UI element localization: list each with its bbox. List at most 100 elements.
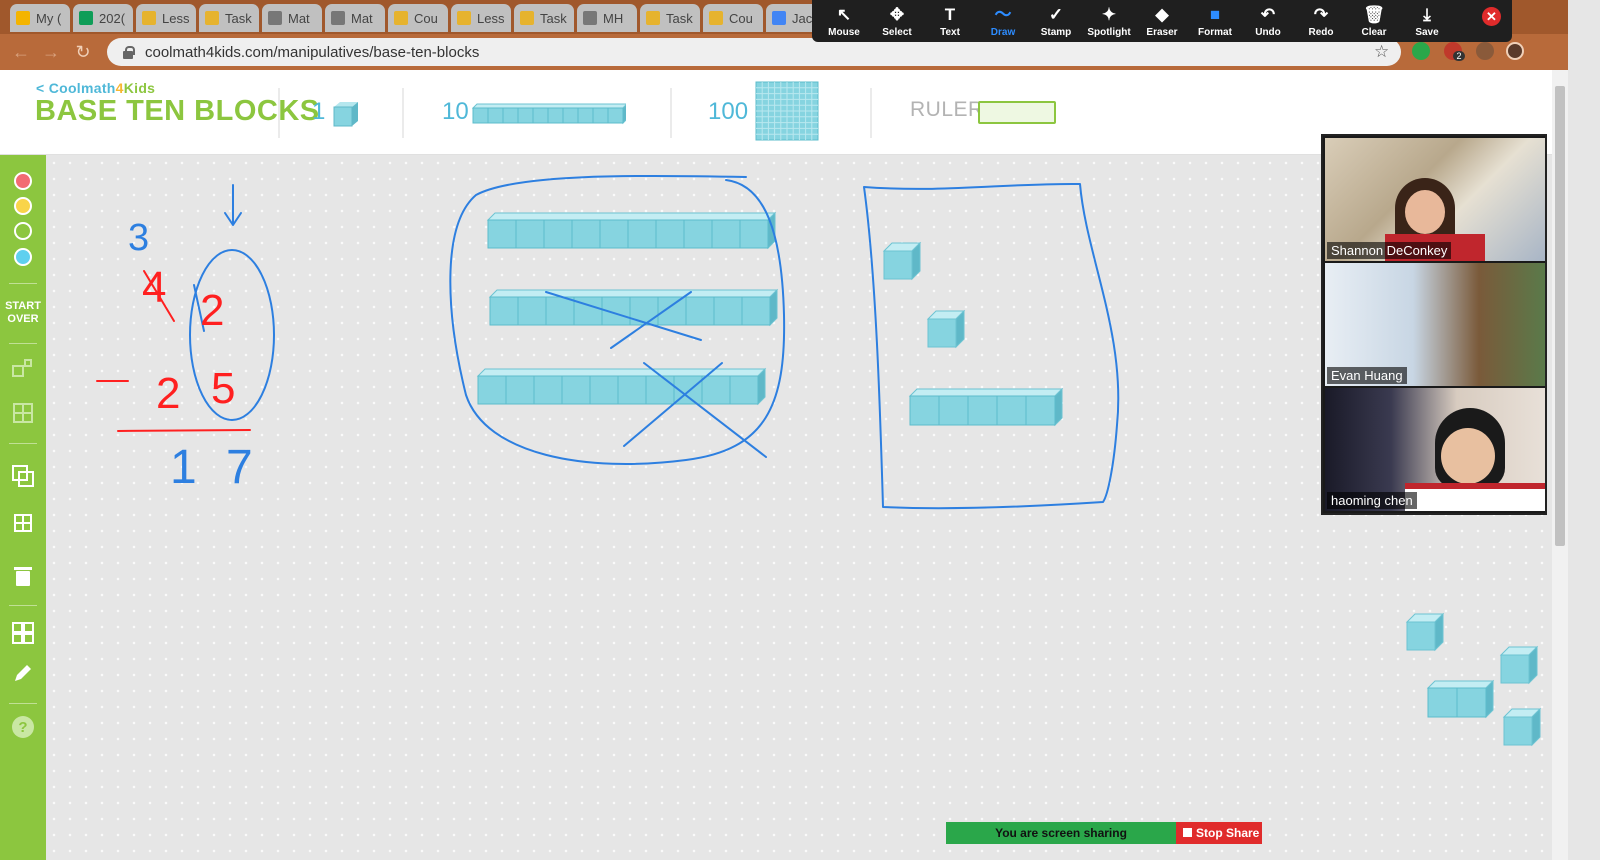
ruler-tool[interactable]: [978, 101, 1056, 124]
google-docs-icon: [772, 11, 786, 25]
zoom-tool-save[interactable]: ⤓ Save: [1397, 3, 1457, 38]
browser-tab[interactable]: Less: [136, 4, 196, 32]
browser-tab[interactable]: Task: [199, 4, 259, 32]
browser-tab[interactable]: Less: [451, 4, 511, 32]
zoom-tool-eraser[interactable]: ◆ Eraser: [1132, 3, 1192, 38]
sidebar-divider: [9, 283, 37, 284]
page-scrollbar[interactable]: [1552, 70, 1568, 860]
url-text: coolmath4kids.com/manipulatives/base-ten…: [145, 43, 480, 61]
two-cube-row-block[interactable]: [1426, 679, 1495, 719]
unit-cube-block[interactable]: [926, 309, 966, 349]
ten-rod-tool[interactable]: [472, 103, 626, 125]
unit-cube-block[interactable]: [882, 241, 922, 281]
calculator-icon[interactable]: [11, 621, 35, 645]
video-tile[interactable]: haoming chen: [1325, 388, 1545, 511]
browser-tab[interactable]: Task: [514, 4, 574, 32]
lock-icon: [121, 45, 135, 59]
color-swatch-red[interactable]: [14, 172, 32, 190]
unit-cube-block[interactable]: [1502, 707, 1542, 747]
url-input[interactable]: coolmath4kids.com/manipulatives/base-ten…: [107, 38, 1401, 66]
spotlight-icon: ✦: [1101, 5, 1117, 24]
doc-icon: [457, 11, 471, 25]
bookmark-star-icon[interactable]: ☆: [1374, 42, 1389, 62]
sidebar-divider: [9, 703, 37, 704]
window-edge: [1568, 0, 1600, 860]
color-swatch-blue[interactable]: [14, 248, 32, 266]
help-icon[interactable]: ?: [11, 715, 35, 739]
doc-icon: [394, 11, 408, 25]
stop-share-button[interactable]: Stop Share: [1176, 822, 1262, 844]
trash-icon[interactable]: [11, 564, 35, 588]
browser-tab[interactable]: Cou: [703, 4, 763, 32]
close-annotation-button[interactable]: ✕: [1482, 7, 1501, 26]
zoom-tool-redo[interactable]: ↷ Redo: [1291, 3, 1351, 38]
extension-icon[interactable]: [1412, 42, 1430, 60]
browser-tab[interactable]: Mat: [262, 4, 322, 32]
start-over-button[interactable]: START OVER: [0, 300, 46, 326]
one-block-tool[interactable]: [332, 101, 360, 127]
zoom-tool-spotlight[interactable]: ✦ Spotlight: [1079, 3, 1139, 38]
unit-cube-block[interactable]: [1499, 645, 1539, 685]
browser-tab-label: Less: [162, 10, 190, 26]
extension-badge-icon[interactable]: 2: [1444, 42, 1465, 61]
ten-rod-block[interactable]: [486, 211, 777, 250]
zoom-tool-stamp[interactable]: ✓ Stamp: [1026, 3, 1086, 38]
screen-sharing-status: You are screen sharing: [946, 822, 1176, 844]
sidebar-divider: [9, 443, 37, 444]
start-over-line1: START: [5, 300, 41, 312]
svg-text:?: ?: [18, 719, 27, 736]
doc-icon: [646, 11, 660, 25]
zoom-tool-clear[interactable]: 🗑 Clear: [1344, 3, 1404, 38]
browser-tab[interactable]: My (: [10, 4, 70, 32]
browser-tab[interactable]: Cou: [388, 4, 448, 32]
zoom-tool-format[interactable]: ■ Format: [1185, 3, 1245, 38]
header-divider: [670, 88, 672, 138]
one-block-label: 1: [312, 98, 326, 125]
browser-tab-label: Cou: [729, 10, 753, 26]
participant-name: haoming chen: [1327, 492, 1417, 509]
zoom-tool-undo[interactable]: ↶ Undo: [1238, 3, 1298, 38]
screen-sharing-text: You are screen sharing: [995, 826, 1127, 840]
browser-tab[interactable]: Mat: [325, 4, 385, 32]
zoom-tool-label: Mouse: [828, 27, 860, 38]
browser-tab[interactable]: 202(: [73, 4, 133, 32]
text-icon: T: [944, 5, 956, 24]
video-tile[interactable]: Evan Huang: [1325, 263, 1545, 386]
break-apart-icon[interactable]: [11, 401, 35, 425]
browser-tab-label: Less: [477, 10, 505, 26]
browser-tab[interactable]: MH: [577, 4, 637, 32]
hundred-flat-tool[interactable]: [754, 80, 820, 142]
color-swatch-yellow[interactable]: [14, 197, 32, 215]
scrollbar-thumb[interactable]: [1555, 86, 1565, 546]
ten-rod-block[interactable]: [476, 367, 767, 406]
header-divider: [402, 88, 404, 138]
unit-cube-block[interactable]: [1405, 612, 1445, 652]
five-cube-row-block[interactable]: [908, 387, 1064, 427]
zoom-tool-select[interactable]: ✥ Select: [867, 3, 927, 38]
zoom-tool-label: Eraser: [1146, 27, 1178, 38]
group-blocks-icon[interactable]: [11, 356, 35, 380]
video-tile[interactable]: Shannon DeConkey: [1325, 138, 1545, 261]
profile-avatar[interactable]: [1506, 42, 1524, 60]
ten-rod-block[interactable]: [488, 288, 779, 327]
zoom-tool-label: Format: [1198, 27, 1232, 38]
doc-icon: [142, 11, 156, 25]
reload-icon[interactable]: ↻: [72, 41, 94, 63]
zoom-tool-text[interactable]: T Text: [920, 3, 980, 38]
color-swatch-green[interactable]: [14, 222, 32, 240]
coolmath-back-link[interactable]: < Coolmath4Kids: [36, 80, 155, 96]
arrange-grid-icon[interactable]: [11, 464, 35, 488]
zoom-tool-draw[interactable]: 〜 Draw: [973, 3, 1033, 38]
browser-tab-label: My (: [36, 10, 62, 26]
back-arrow-icon[interactable]: ←: [10, 41, 32, 63]
globe-icon: [268, 11, 282, 25]
zoom-tool-mouse[interactable]: ↖ Mouse: [814, 3, 874, 38]
rotate-grid-icon[interactable]: [11, 511, 35, 535]
globe-icon: [331, 11, 345, 25]
puzzle-extension-icon[interactable]: [1476, 42, 1494, 60]
ten-rod-preview[interactable]: [472, 103, 626, 125]
pencil-icon[interactable]: [11, 661, 35, 685]
forward-arrow-icon[interactable]: →: [40, 41, 62, 63]
doc-icon: [709, 11, 723, 25]
browser-tab[interactable]: Task: [640, 4, 700, 32]
